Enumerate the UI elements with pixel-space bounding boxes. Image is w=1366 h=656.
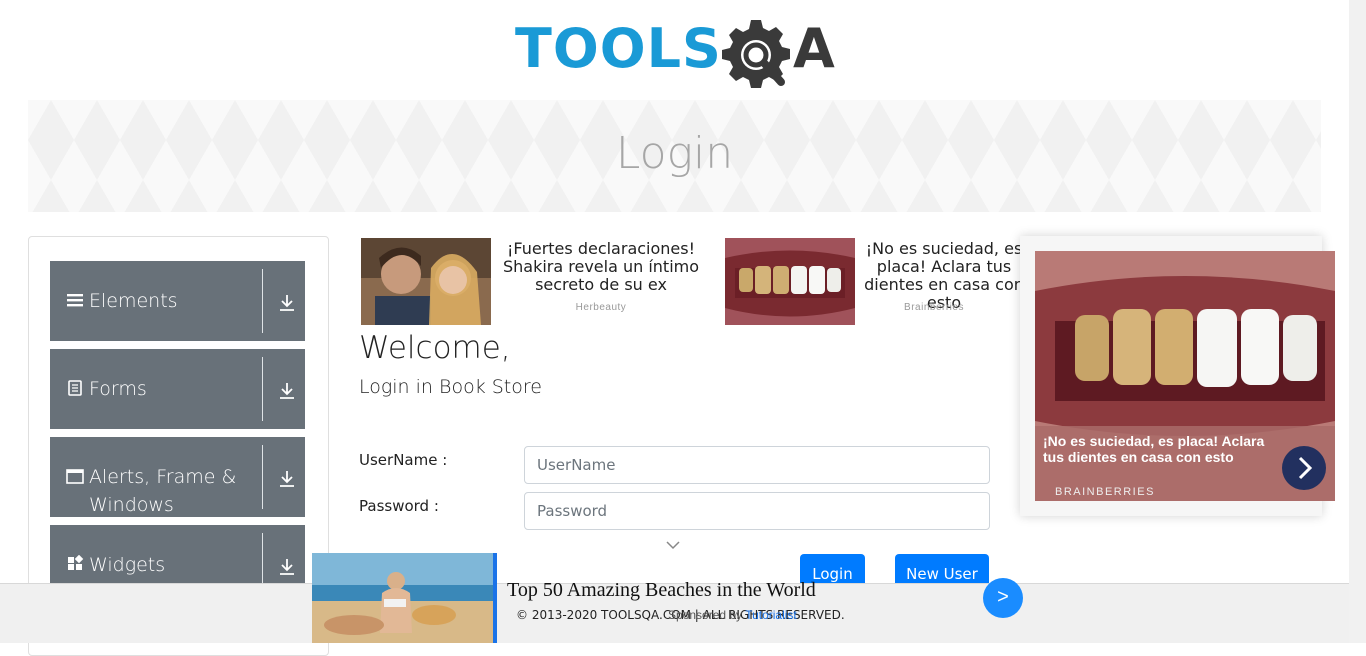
chevron-down-icon[interactable] — [666, 538, 680, 552]
ad-image-couple — [361, 238, 491, 325]
bottom-ad-title: Top 50 Amazing Beaches in the World — [507, 579, 816, 601]
divider — [262, 357, 263, 421]
ad-next-button[interactable] — [1282, 446, 1326, 490]
sidebar-group-label: Widgets — [89, 554, 166, 576]
ad-accent-bar — [493, 553, 497, 643]
ad-image-teeth — [725, 238, 855, 325]
sidebar-group-alerts[interactable]: Alerts, Frame & Windows — [50, 437, 305, 517]
page-title: Login — [615, 128, 734, 179]
ad-source: Herbeauty — [575, 302, 627, 313]
widgets-icon — [66, 554, 84, 573]
download-icon[interactable] — [278, 469, 296, 489]
download-icon[interactable] — [278, 557, 296, 577]
login-subtitle: Login in Book Store — [359, 376, 542, 398]
ad-image-beach — [312, 553, 493, 643]
ad-card-shakira[interactable]: ¡Fuertes declaraciones! Shakira revela u… — [361, 238, 711, 325]
password-label: Password : — [359, 497, 439, 515]
sidebar-group-label: Elements — [89, 290, 178, 312]
username-input[interactable] — [524, 446, 990, 484]
download-icon[interactable] — [278, 381, 296, 401]
sidebar-group-label: Forms — [89, 378, 147, 400]
side-ad-caption: ¡No es suciedad, es placa! Aclara tus di… — [1043, 433, 1265, 465]
username-label: UserName : — [359, 451, 448, 469]
document-icon — [66, 379, 84, 397]
chevron-right-icon — [1298, 456, 1313, 480]
logo-suffix: A — [793, 17, 835, 80]
logo-text: TOOLS — [515, 17, 722, 80]
beach-image — [312, 553, 493, 643]
side-ad[interactable]: ¡No es suciedad, es placa! Aclara tus di… — [1020, 236, 1335, 516]
password-input[interactable] — [524, 492, 990, 530]
download-icon[interactable] — [278, 293, 296, 313]
divider — [262, 269, 263, 333]
hamburger-icon — [66, 291, 84, 309]
page-banner: Login — [28, 100, 1321, 212]
bottom-ad[interactable]: Top 50 Amazing Beaches in the World > — [312, 553, 1032, 643]
page-scrollbar[interactable] — [1349, 0, 1366, 643]
divider — [262, 445, 263, 509]
side-ad-image: ¡No es suciedad, es placa! Aclara tus di… — [1035, 251, 1335, 501]
ad-next-button[interactable]: > — [983, 578, 1023, 618]
welcome-heading: Welcome, — [359, 330, 511, 366]
window-icon — [66, 467, 84, 485]
ad-card-teeth[interactable]: ¡No es suciedad, es placa! Aclara tus di… — [725, 238, 1025, 325]
sidebar-group-elements[interactable]: Elements — [50, 261, 305, 341]
toolsqa-logo[interactable]: TOOLS A — [515, 16, 837, 90]
ad-headline: ¡Fuertes declaraciones! Shakira revela u… — [502, 239, 700, 294]
ad-source: Brainberries — [904, 302, 964, 313]
side-ad-source: BRAINBERRIES — [1055, 486, 1155, 498]
sidebar-group-forms[interactable]: Forms — [50, 349, 305, 429]
gear-magnifier-icon — [722, 20, 790, 88]
sidebar-group-label: Alerts, Frame & Windows — [89, 466, 237, 516]
